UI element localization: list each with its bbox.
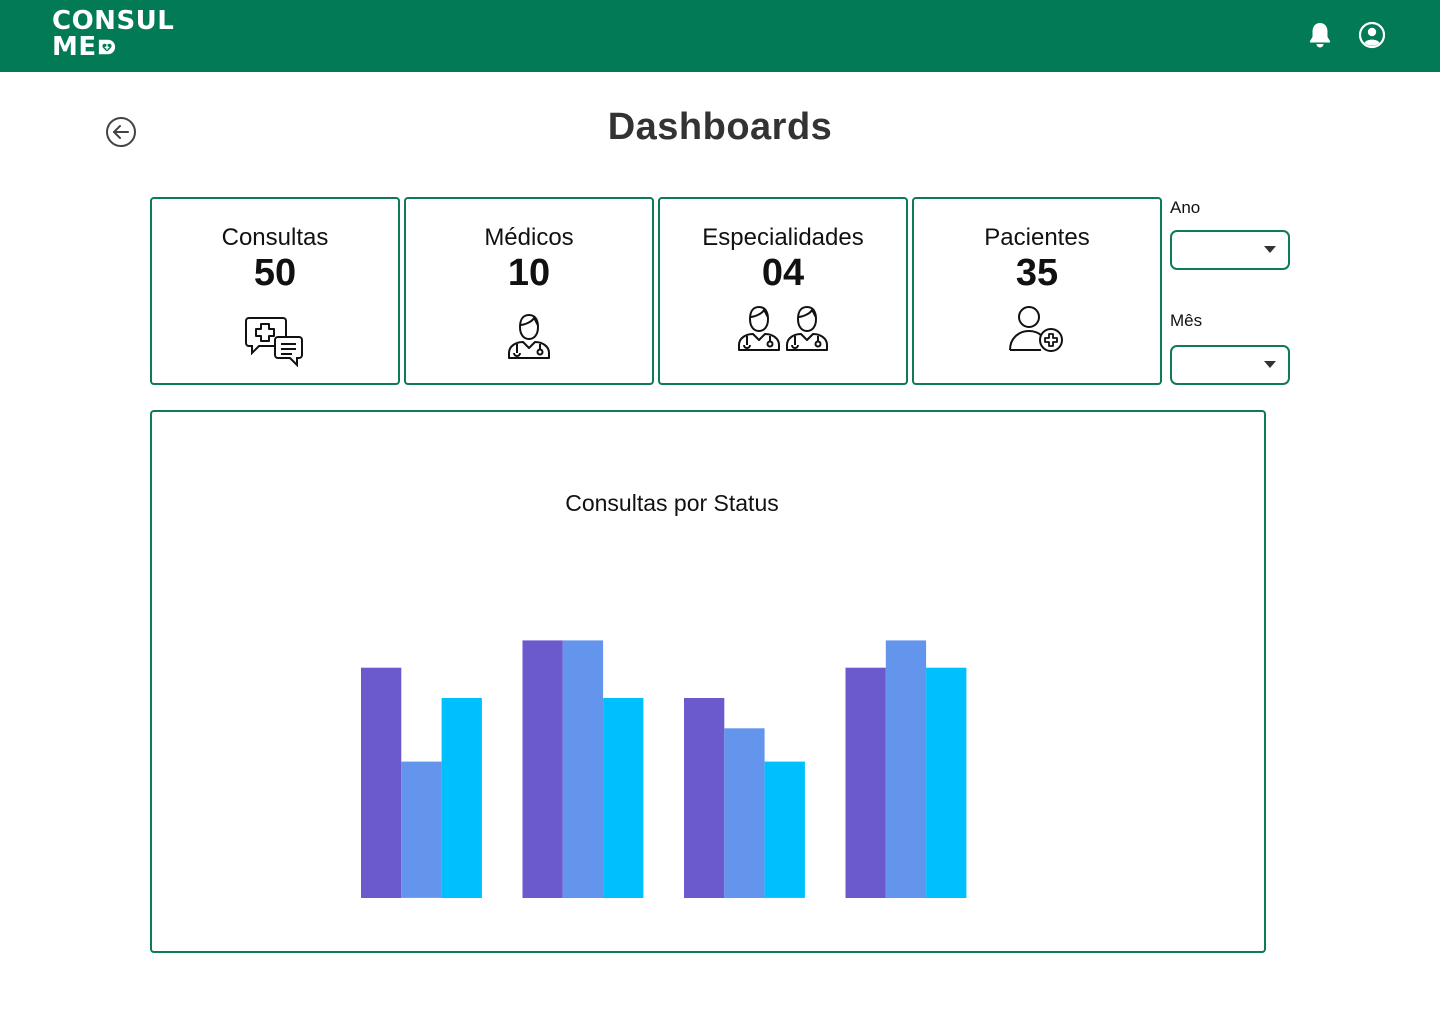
card-value: 35 — [1015, 252, 1059, 294]
card-consultas[interactable]: Consultas 50 — [150, 197, 400, 385]
card-label: Pacientes — [984, 224, 1090, 251]
card-medicos[interactable]: Médicos 10 — [404, 197, 654, 385]
chart-bar — [724, 728, 765, 898]
chart-bar — [522, 640, 563, 898]
chart-bar — [764, 761, 805, 898]
chart-bar — [401, 761, 442, 898]
chart-bar — [926, 667, 967, 898]
month-select[interactable] — [1170, 345, 1290, 385]
card-pacientes[interactable]: Pacientes 35 — [912, 197, 1162, 385]
doctors-icon — [738, 305, 828, 351]
user-circle-icon[interactable] — [1357, 20, 1387, 50]
chart-bar — [684, 698, 725, 898]
top-bar: CONSUL ME — [0, 0, 1440, 72]
card-label: Consultas — [221, 224, 329, 251]
caret-down-icon — [1264, 246, 1276, 253]
month-label: Mês — [1170, 311, 1203, 330]
medical-chat-icon — [245, 317, 303, 367]
consulmed-logo[interactable]: CONSUL ME — [52, 8, 174, 60]
year-label: Ano — [1170, 198, 1201, 217]
card-value: 04 — [761, 252, 805, 294]
card-especialidades[interactable]: Especialidades 04 — [658, 197, 908, 385]
card-label: Médicos — [484, 224, 574, 251]
bell-icon[interactable] — [1305, 20, 1335, 50]
chart-bar — [845, 667, 886, 898]
chart-bar — [441, 698, 482, 898]
chart-panel: Consultas por Status — [150, 410, 1266, 953]
doctor-icon — [508, 313, 550, 359]
add-patient-icon — [1009, 306, 1063, 352]
bar-chart — [361, 640, 967, 898]
chart-bar — [562, 640, 604, 898]
year-select[interactable] — [1170, 230, 1290, 270]
heart-cross-icon — [98, 39, 115, 55]
chart-bar — [361, 667, 402, 898]
card-label: Especialidades — [702, 224, 864, 251]
card-value: 10 — [507, 252, 551, 294]
chart-bar — [885, 640, 927, 898]
logo-line-1: CONSUL — [52, 6, 175, 36]
card-value: 50 — [253, 252, 297, 294]
page-title: Dashboards — [607, 106, 833, 148]
chart-bar — [603, 698, 644, 898]
caret-down-icon — [1264, 361, 1276, 368]
logo-line-2: ME — [52, 32, 97, 62]
